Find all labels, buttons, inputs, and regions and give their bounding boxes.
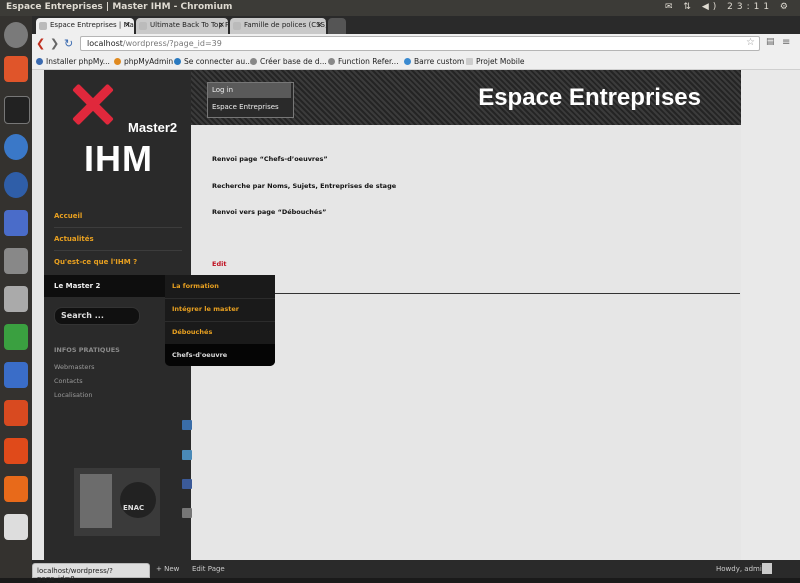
printer-icon[interactable] bbox=[4, 286, 28, 312]
page-icon bbox=[39, 22, 47, 30]
bookmark-star-icon[interactable]: ☆ bbox=[746, 37, 755, 48]
submenu-chefs-doeuvre[interactable]: Chefs-d'oeuvre bbox=[172, 351, 227, 359]
close-icon[interactable]: × bbox=[124, 20, 131, 29]
submenu-integrer-le-master[interactable]: Intégrer le master bbox=[172, 305, 239, 313]
bookmark-item[interactable]: Installer phpMy... bbox=[36, 57, 110, 66]
files-icon[interactable] bbox=[4, 56, 28, 82]
bookmark-icon bbox=[114, 58, 121, 65]
reload-icon[interactable]: ↻ bbox=[64, 37, 73, 50]
bookmark-item[interactable]: Projet Mobile bbox=[466, 57, 525, 66]
status-bubble: localhost/wordpress/?page_id=8 bbox=[32, 563, 150, 583]
wikipedia-icon bbox=[233, 22, 241, 30]
partner-logos: ENAC bbox=[74, 468, 160, 536]
editor-icon[interactable] bbox=[4, 210, 28, 236]
bookmarks-bar: Installer phpMy... phpMyAdmin Se connect… bbox=[32, 54, 800, 70]
bookmark-icon bbox=[328, 58, 335, 65]
close-icon[interactable]: × bbox=[218, 20, 225, 29]
tab-famille-polices[interactable]: Famille de polices (CSS) - V × bbox=[230, 18, 326, 34]
app-launcher bbox=[0, 16, 32, 578]
link-localisation[interactable]: Localisation bbox=[54, 391, 92, 399]
divider bbox=[212, 293, 740, 294]
linkedin-icon[interactable] bbox=[182, 420, 192, 430]
new-tab-button[interactable] bbox=[328, 18, 346, 34]
tab-espace-entreprises[interactable]: Espace Entreprises | Mas × bbox=[36, 18, 134, 34]
system-tray[interactable]: ✉ ⇅ ◀) 23:11 ⚙ bbox=[665, 2, 792, 12]
nav-accueil[interactable]: Accueil bbox=[54, 212, 82, 220]
content-paragraph: Recherche par Noms, Sujets, Entreprises … bbox=[212, 182, 397, 190]
bookmark-item[interactable]: Function Refer... bbox=[328, 57, 399, 66]
bookmark-item[interactable]: Se connecter au... bbox=[174, 57, 252, 66]
howdy-admin[interactable]: Howdy, admin bbox=[716, 565, 766, 573]
back-icon[interactable]: ❮ bbox=[36, 37, 45, 50]
submenu-la-formation[interactable]: La formation bbox=[172, 282, 219, 290]
plus-icon: + bbox=[156, 565, 162, 573]
site-header: Log in Espace Entreprises Espace Entrepr… bbox=[191, 70, 741, 125]
submenu-debouches[interactable]: Débouchés bbox=[172, 328, 212, 336]
web-page: Master2 IHM Accueil Actualités Qu'est-ce… bbox=[32, 70, 800, 560]
browser-toolbar: ❮ ❯ ↻ localhost/wordpress/?page_id=39 ☆ … bbox=[32, 34, 800, 54]
site-logo[interactable]: Master2 IHM bbox=[66, 80, 177, 180]
enac-logo: ENAC bbox=[120, 482, 156, 518]
firefox-icon[interactable] bbox=[4, 172, 28, 198]
forward-icon[interactable]: ❯ bbox=[50, 37, 59, 50]
bookmark-icon bbox=[250, 58, 257, 65]
espace-entreprises-link[interactable]: Espace Entreprises bbox=[208, 100, 291, 115]
page-icon[interactable]: ▤ bbox=[766, 37, 775, 47]
facebook-icon[interactable] bbox=[182, 479, 192, 489]
ubuntu-one-icon[interactable] bbox=[4, 476, 28, 502]
twitter-icon[interactable] bbox=[182, 450, 192, 460]
ubuntu-dash-icon[interactable] bbox=[4, 22, 28, 48]
bookmark-item[interactable]: Créer base de d... bbox=[250, 57, 327, 66]
spreadsheet-icon[interactable] bbox=[4, 324, 28, 350]
bookmark-item[interactable]: Barre custom bbox=[404, 57, 464, 66]
store-icon[interactable] bbox=[4, 438, 28, 464]
nav-actualites[interactable]: Actualités bbox=[54, 235, 94, 243]
edit-link[interactable]: Edit bbox=[212, 260, 226, 268]
amazon-icon[interactable] bbox=[4, 514, 28, 540]
bookmark-item[interactable]: phpMyAdmin bbox=[114, 57, 173, 66]
infos-heading: INFOS PRATIQUES bbox=[54, 346, 120, 354]
content-paragraph: Renvoi vers page “Débouchés” bbox=[212, 208, 327, 216]
clock: 23:11 bbox=[727, 2, 774, 12]
login-link[interactable]: Log in bbox=[208, 83, 291, 98]
bookmark-icon bbox=[404, 58, 411, 65]
new-button[interactable]: + New bbox=[156, 565, 179, 573]
window-title: Espace Entreprises | Master IHM - Chromi… bbox=[6, 2, 233, 12]
search-input[interactable]: Search ... bbox=[54, 307, 140, 325]
master2-submenu: La formation Intégrer le master Débouché… bbox=[165, 275, 275, 366]
university-logo bbox=[80, 474, 112, 528]
tab-back-to-top[interactable]: Ultimate Back To Top Pag × bbox=[136, 18, 228, 34]
nav-quest-ce-que-ihm[interactable]: Qu'est-ce que l'IHM ? bbox=[54, 258, 137, 266]
site-title: Espace Entreprises bbox=[478, 84, 701, 111]
address-bar[interactable]: localhost/wordpress/?page_id=39 ☆ bbox=[80, 36, 760, 51]
settings-icon[interactable] bbox=[4, 248, 28, 274]
edit-page-button[interactable]: Edit Page bbox=[192, 565, 225, 573]
link-contacts[interactable]: Contacts bbox=[54, 377, 83, 385]
content-paragraph: Renvoi page “Chefs-d’oeuvres” bbox=[212, 155, 328, 163]
menu-icon[interactable]: ≡ bbox=[782, 37, 790, 48]
terminal-icon[interactable] bbox=[4, 96, 30, 124]
tab-strip: Espace Entreprises | Mas × Ultimate Back… bbox=[32, 16, 800, 34]
impress-icon[interactable] bbox=[4, 400, 28, 426]
googleplus-icon[interactable] bbox=[182, 508, 192, 518]
chromium-icon[interactable] bbox=[4, 134, 28, 160]
folder-icon bbox=[466, 58, 473, 65]
writer-icon[interactable] bbox=[4, 362, 28, 388]
os-top-bar: Espace Entreprises | Master IHM - Chromi… bbox=[0, 0, 800, 16]
login-box: Log in Espace Entreprises bbox=[207, 82, 294, 118]
bookmark-icon bbox=[174, 58, 181, 65]
link-webmasters[interactable]: Webmasters bbox=[54, 363, 94, 371]
bookmark-icon bbox=[36, 58, 43, 65]
page-icon bbox=[139, 22, 147, 30]
avatar[interactable] bbox=[762, 563, 772, 574]
close-icon[interactable]: × bbox=[316, 20, 323, 29]
